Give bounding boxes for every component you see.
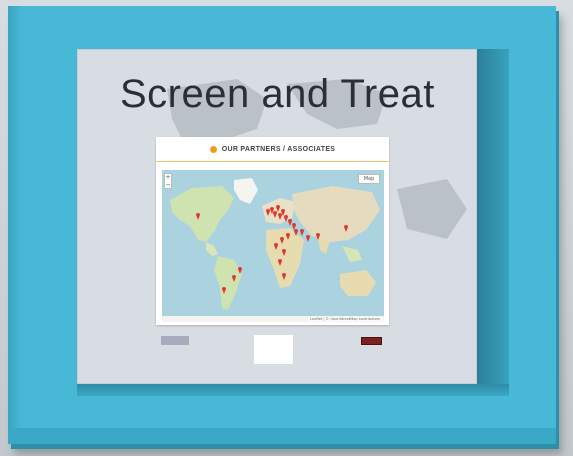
landmass-north-america bbox=[170, 186, 234, 242]
frame-bottom-edge bbox=[8, 428, 556, 444]
frame-inner-bottom-bevel bbox=[77, 384, 509, 396]
partners-card: OUR PARTNERS / ASSOCIATES + − Map Leafle… bbox=[156, 137, 389, 325]
landmass-asia bbox=[292, 186, 380, 242]
landmass-greenland bbox=[234, 178, 258, 204]
zoom-in-button[interactable]: + bbox=[165, 174, 171, 181]
marker-pin bbox=[306, 235, 310, 242]
status-dot-icon bbox=[209, 145, 217, 153]
slide-control-right[interactable] bbox=[361, 337, 382, 345]
zoom-out-button[interactable]: − bbox=[165, 181, 171, 188]
world-map-graphic bbox=[162, 178, 384, 322]
card-title: OUR PARTNERS / ASSOCIATES bbox=[221, 145, 336, 153]
landmass-central-america bbox=[206, 242, 218, 256]
world-map[interactable]: + − Map Leaflet | © OpenStreetMap contri… bbox=[162, 170, 384, 322]
marker-pin bbox=[300, 229, 304, 236]
layer-toggle-button[interactable]: Map bbox=[358, 174, 380, 184]
frame-left-edge bbox=[8, 6, 22, 444]
map-attribution[interactable]: Leaflet | © OpenStreetMap contributors bbox=[308, 317, 382, 321]
slide-title: Screen and Treat bbox=[120, 72, 435, 116]
card-header: OUR PARTNERS / ASSOCIATES bbox=[156, 137, 389, 162]
landmass-southeast-asia bbox=[342, 246, 362, 262]
slide-control-center[interactable] bbox=[254, 335, 293, 364]
slide-control-left[interactable] bbox=[161, 336, 189, 345]
landmass-africa bbox=[266, 228, 304, 288]
landmass-australia bbox=[340, 270, 376, 296]
marker-pin bbox=[292, 223, 296, 230]
landmass-south-america bbox=[214, 256, 242, 310]
zoom-control[interactable]: + − bbox=[164, 173, 172, 189]
marker-pin bbox=[288, 219, 292, 226]
frame-inner-right-bevel bbox=[477, 49, 509, 395]
